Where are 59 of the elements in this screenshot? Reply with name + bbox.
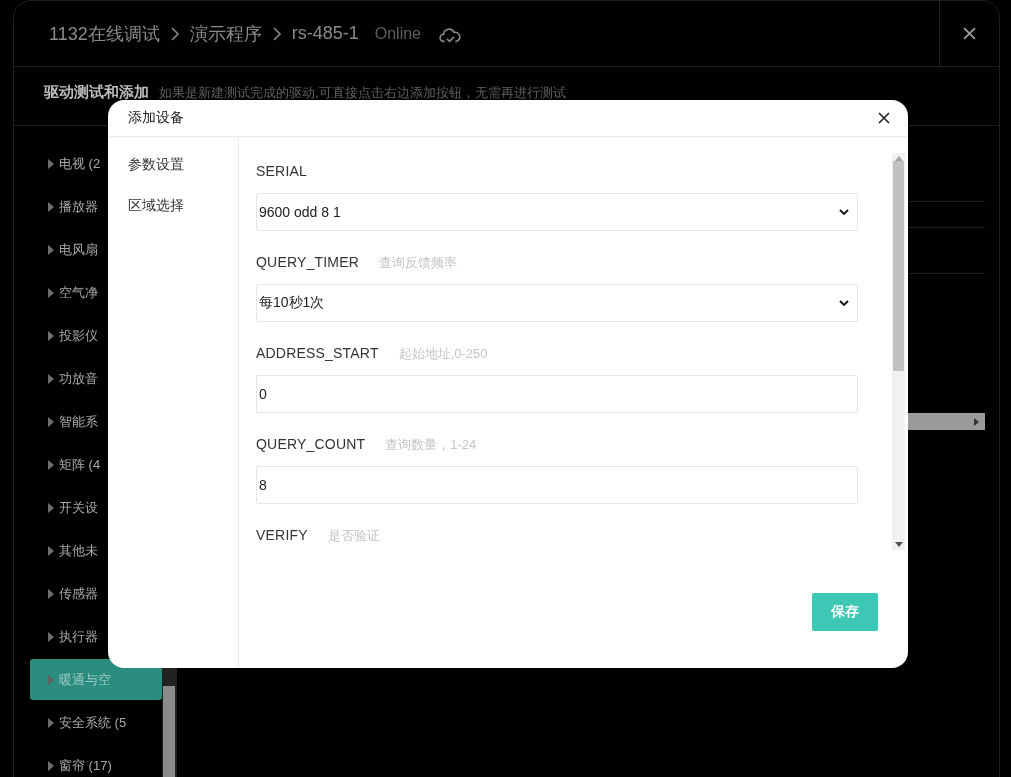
chevron-icon	[271, 26, 282, 41]
expand-triangle-icon	[48, 717, 54, 728]
breadcrumb-item[interactable]: 1132在线调试	[49, 21, 160, 46]
close-icon	[963, 27, 976, 40]
dialog-title: 添加设备	[128, 109, 184, 127]
arrow-down-icon[interactable]	[894, 542, 903, 547]
field-label: VERIFY	[256, 527, 308, 543]
category-item[interactable]: 传感器	[30, 573, 162, 614]
select-field[interactable]: 9600 odd 8 1	[256, 193, 858, 231]
field-label: QUERY_TIMER	[256, 254, 360, 270]
expand-triangle-icon	[48, 674, 54, 685]
category-item[interactable]: 执行器	[30, 616, 162, 657]
expand-triangle-icon	[48, 201, 54, 212]
category-item[interactable]: 其他未	[30, 530, 162, 571]
dialog-nav-item[interactable]: 参数设置	[128, 156, 184, 174]
breadcrumb-item[interactable]: rs-485-1	[291, 23, 359, 44]
expand-triangle-icon	[48, 244, 54, 255]
expand-triangle-icon	[48, 545, 54, 556]
field-label: QUERY_COUNT	[256, 436, 366, 452]
select-field[interactable]: 每10秒1次	[256, 284, 858, 322]
close-button[interactable]	[876, 110, 892, 126]
input-field[interactable]: 8	[256, 466, 858, 504]
arrow-right-icon	[974, 417, 979, 426]
category-item[interactable]: 窗帘 (17)	[30, 745, 162, 777]
dialog-nav-item[interactable]: 区域选择	[128, 197, 184, 215]
category-item[interactable]: 智能系	[30, 401, 162, 442]
close-icon	[878, 112, 890, 124]
category-item[interactable]: 矩阵 (4	[30, 444, 162, 485]
expand-triangle-icon	[48, 416, 54, 427]
field-label: ADDRESS_START	[256, 345, 379, 361]
field-hint: 查询数量，1-24	[385, 436, 477, 454]
dropdown-caret-icon	[839, 209, 849, 215]
expand-triangle-icon	[48, 588, 54, 599]
cloud-check-icon	[439, 26, 461, 45]
category-item[interactable]: 功放音	[30, 358, 162, 399]
section-description: 如果是新建测试完成的驱动,可直接点击右边添加按钮，无需再进行测试	[159, 84, 566, 102]
category-item[interactable]: 电风扇	[30, 229, 162, 270]
field-label: SERIAL	[256, 163, 307, 179]
expand-triangle-icon	[48, 760, 54, 771]
section-title: 驱动测试和添加	[44, 83, 149, 102]
expand-triangle-icon	[48, 459, 54, 470]
expand-triangle-icon	[48, 502, 54, 513]
arrow-up-icon[interactable]	[894, 156, 903, 161]
scrollbar[interactable]	[892, 153, 905, 550]
breadcrumb-item[interactable]: 演示程序	[189, 21, 262, 46]
category-item[interactable]: 开关设	[30, 487, 162, 528]
category-item[interactable]: 空气净	[30, 272, 162, 313]
chevron-icon	[169, 26, 180, 41]
expand-triangle-icon	[48, 330, 54, 341]
category-item[interactable]: 安全系统 (5	[30, 702, 162, 743]
expand-triangle-icon	[48, 631, 54, 642]
category-item[interactable]: 投影仪	[30, 315, 162, 356]
field-hint: 查询反馈频率	[379, 254, 458, 272]
expand-triangle-icon	[48, 287, 54, 298]
expand-triangle-icon	[48, 373, 54, 384]
dropdown-caret-icon	[839, 300, 849, 306]
input-field[interactable]: 0	[256, 375, 858, 413]
expand-triangle-icon	[48, 158, 54, 169]
connection-status: Online	[374, 24, 421, 43]
